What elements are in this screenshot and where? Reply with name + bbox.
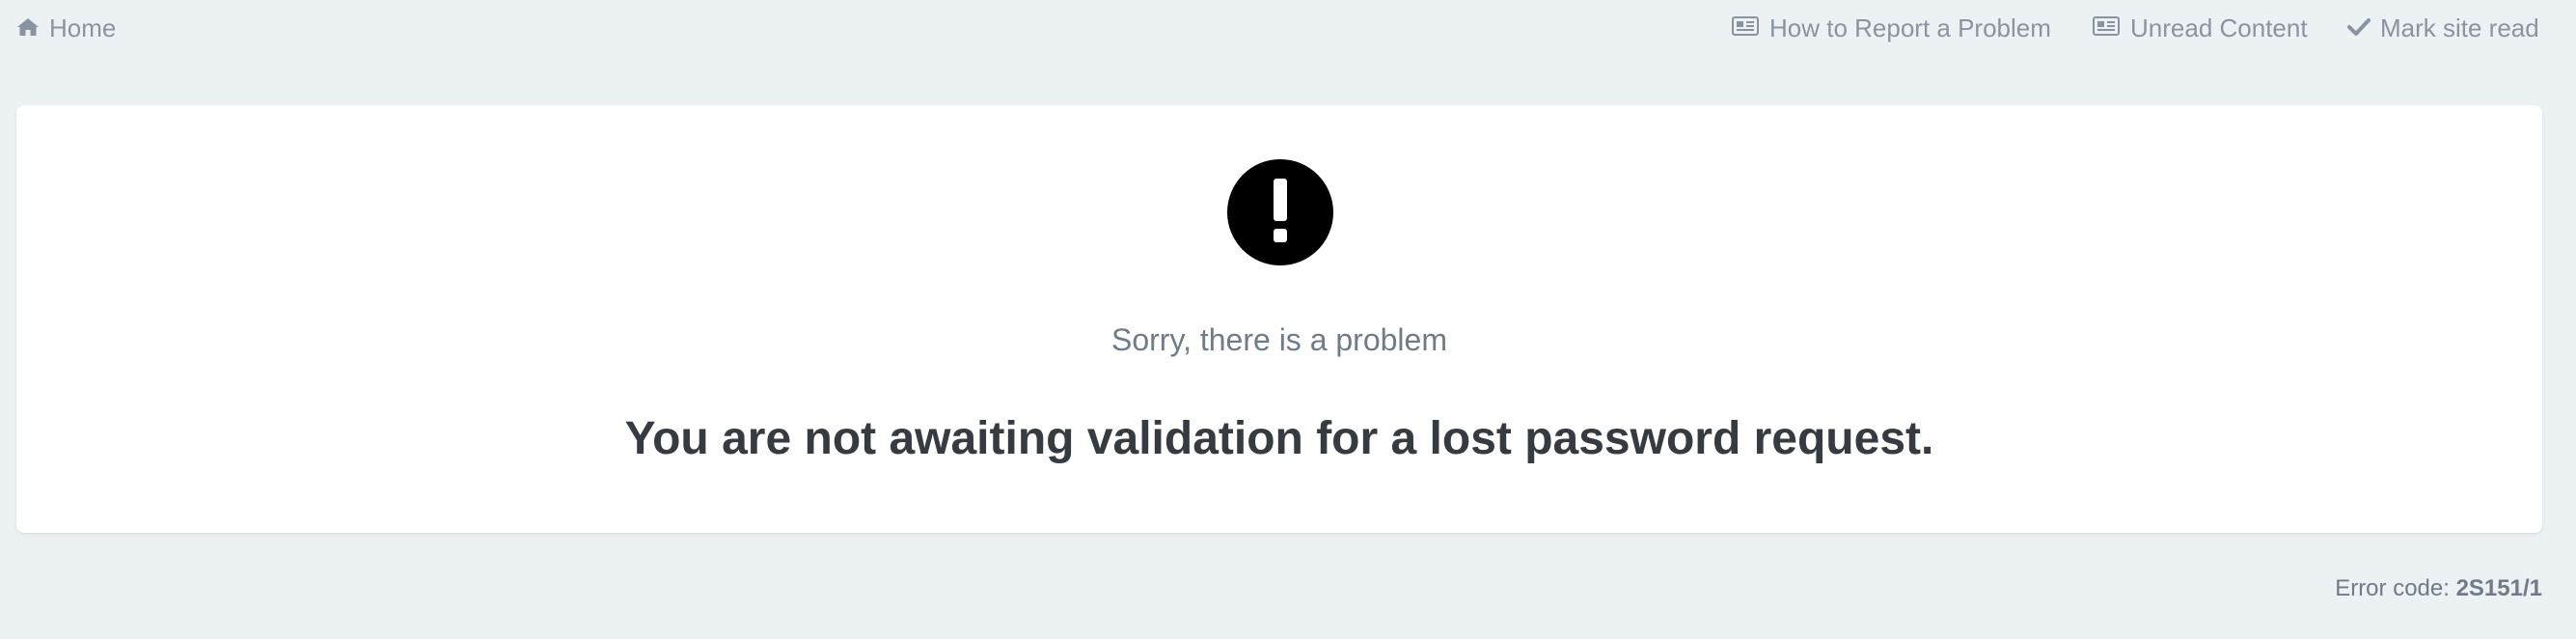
how-to-report-problem-link[interactable]: How to Report a Problem [1731,12,2051,44]
top-navigation: Home How to Report a Problem Unread Cont [0,0,2576,58]
check-icon [2347,14,2370,43]
unread-content-link[interactable]: Unread Content [2092,12,2308,44]
error-message: You are not awaiting validation for a lo… [624,413,1934,464]
newspaper-icon [2092,14,2121,43]
mark-site-read-link[interactable]: Mark site read [2347,12,2539,44]
error-heading: Sorry, there is a problem [1111,322,1447,357]
error-code-value: 2S151/1 [2455,575,2542,601]
error-code: Error code: 2S151/1 [2335,575,2542,602]
how-to-report-problem-label: How to Report a Problem [1769,13,2051,42]
home-link[interactable]: Home [16,12,116,44]
newspaper-icon [1731,14,1760,43]
error-card: Sorry, there is a problem You are not aw… [16,105,2542,533]
unread-content-label: Unread Content [2130,13,2308,42]
exclamation-circle-icon [1227,159,1333,265]
error-code-label: Error code: [2335,575,2450,601]
mark-site-read-label: Mark site read [2380,13,2539,42]
home-icon [16,14,40,43]
home-link-label: Home [49,13,117,42]
